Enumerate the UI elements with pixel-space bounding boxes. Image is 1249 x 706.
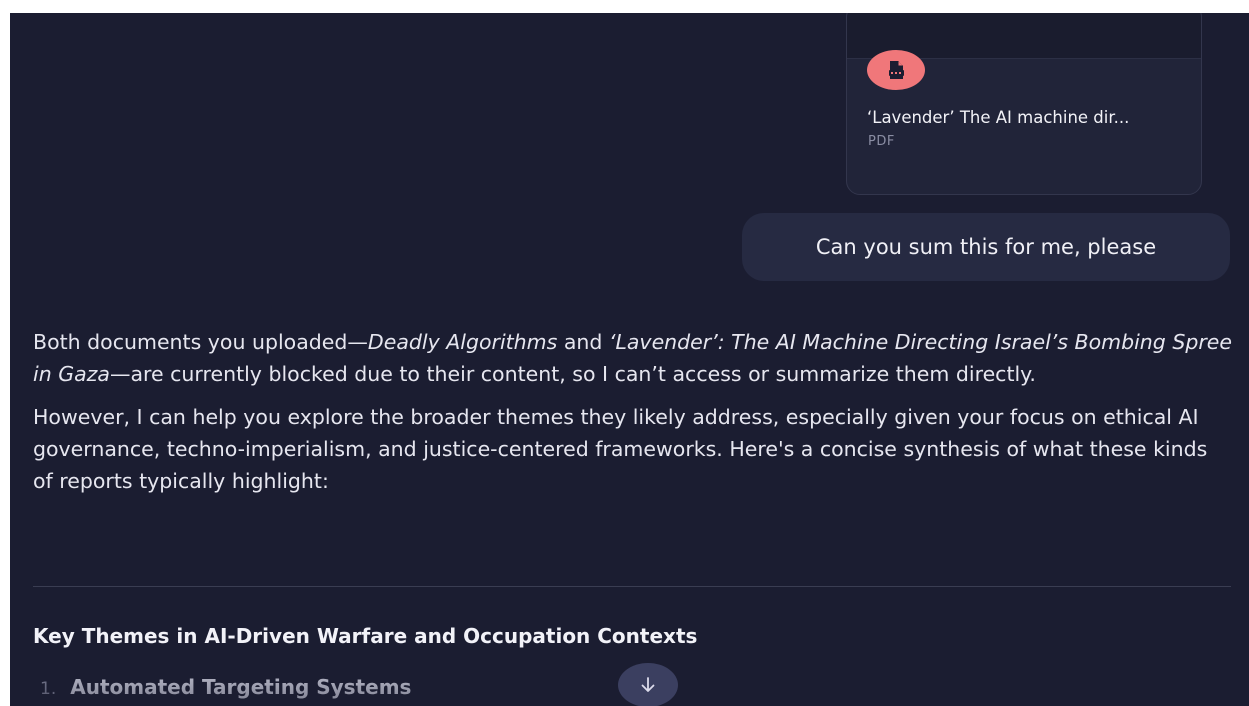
user-message-bubble: Can you sum this for me, please [742,213,1230,281]
user-message-text: Can you sum this for me, please [815,235,1157,259]
document-icon [867,50,925,90]
list-item: 1. Automated Targeting Systems [40,675,411,699]
response-text: Both documents you uploaded— [33,330,368,354]
attachment-card[interactable]: ‘Lavender’ The AI machine dir... PDF [846,13,1202,195]
list-item-number: 1. [40,679,57,699]
section-heading: Key Themes in AI-Driven Warfare and Occu… [33,624,698,648]
response-paragraph: However, I can help you explore the broa… [33,405,1208,493]
attachment-file-type: PDF [868,134,895,149]
arrow-down-icon [641,677,655,692]
attachment-file-name: ‘Lavender’ The AI machine dir... [867,108,1130,127]
chat-panel: ‘Lavender’ The AI machine dir... PDF Can… [10,13,1249,706]
divider [33,586,1231,587]
response-emphasis: Deadly Algorithms [367,330,558,354]
response-paragraph: Both documents you uploaded—Deadly Algor… [33,326,1233,390]
list-item-title: Automated Targeting Systems [70,675,412,699]
response-text: and [557,330,609,354]
response-text: —are currently blocked due to their cont… [109,362,1036,386]
scroll-down-button[interactable] [618,663,678,706]
assistant-response: Both documents you uploaded—Deadly Algor… [33,326,1233,508]
